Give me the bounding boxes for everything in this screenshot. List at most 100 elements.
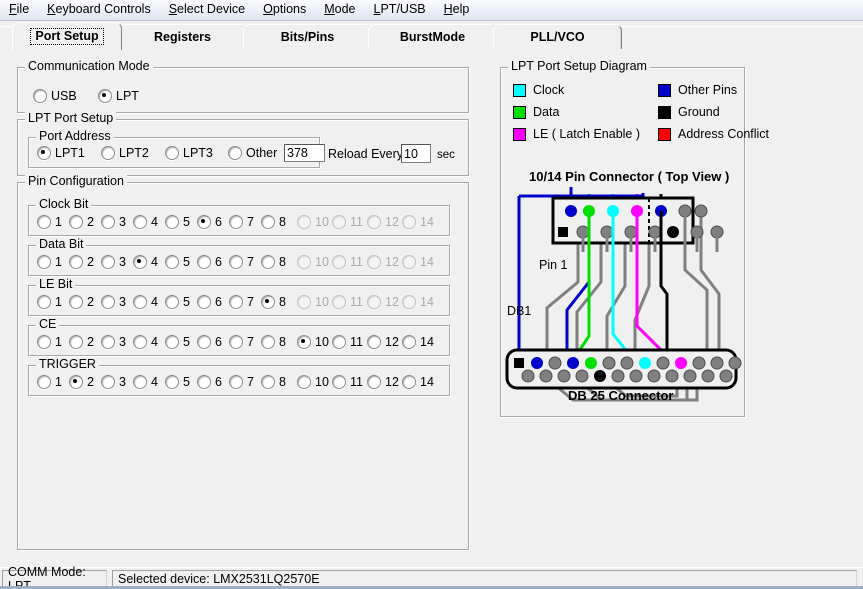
- diagram-legend: Clock Data LE ( Latch Enable ) Other Pin…: [513, 84, 769, 141]
- radio-label: 6: [215, 214, 222, 229]
- tab-pll-vco[interactable]: PLL/VCO: [493, 24, 622, 49]
- radio-label: 1: [55, 334, 62, 349]
- radio-dot: [37, 255, 51, 269]
- radio-clock-bit-pin-3[interactable]: 3: [101, 215, 126, 229]
- tab-port-setup[interactable]: Port Setup: [12, 22, 122, 50]
- radio-le-bit-pin-7[interactable]: 7: [229, 295, 254, 309]
- radio-le-bit-pin-6[interactable]: 6: [197, 295, 222, 309]
- menu-item-help[interactable]: Help: [435, 1, 479, 19]
- tab-label: Registers: [154, 30, 211, 44]
- radio-port-lpt3[interactable]: LPT3: [165, 146, 213, 160]
- radio-dot: [37, 375, 51, 389]
- tab-registers[interactable]: Registers: [118, 24, 247, 49]
- radio-ce-pin-2[interactable]: 2: [69, 335, 94, 349]
- radio-data-bit-pin-7[interactable]: 7: [229, 255, 254, 269]
- radio-ce-pin-10[interactable]: 10: [297, 335, 329, 349]
- radio-data-bit-pin-8[interactable]: 8: [261, 255, 286, 269]
- radio-dot: [37, 335, 51, 349]
- radio-port-other[interactable]: Other: [228, 146, 277, 160]
- legend-swatch-other-pins: [658, 84, 672, 97]
- radio-trigger-pin-12[interactable]: 12: [367, 375, 399, 389]
- radio-ce-pin-8[interactable]: 8: [261, 335, 286, 349]
- radio-label: 3: [119, 374, 126, 389]
- radio-trigger-pin-3[interactable]: 3: [101, 375, 126, 389]
- db25-pin-top-12: [710, 356, 724, 370]
- radio-clock-bit-pin-2[interactable]: 2: [69, 215, 94, 229]
- radio-ce-pin-6[interactable]: 6: [197, 335, 222, 349]
- radio-data-bit-pin-2[interactable]: 2: [69, 255, 94, 269]
- reload-interval-input[interactable]: [401, 144, 431, 163]
- db25-pin-bottom-9: [665, 369, 679, 383]
- radio-dot: [197, 215, 211, 229]
- radio-label: 12: [385, 334, 399, 349]
- radio-trigger-pin-5[interactable]: 5: [165, 375, 190, 389]
- radio-le-bit-pin-5[interactable]: 5: [165, 295, 190, 309]
- radio-data-bit-pin-6[interactable]: 6: [197, 255, 222, 269]
- radio-data-bit-pin-1[interactable]: 1: [37, 255, 62, 269]
- radio-ce-pin-11[interactable]: 11: [332, 335, 363, 349]
- tab-burstmode[interactable]: BurstMode: [368, 24, 497, 49]
- radio-le-bit-pin-4[interactable]: 4: [133, 295, 158, 309]
- radio-comm-mode-lpt[interactable]: LPT: [98, 89, 139, 103]
- radio-clock-bit-pin-4[interactable]: 4: [133, 215, 158, 229]
- legend-label: Data: [533, 105, 560, 119]
- menu-item-lpt-usb[interactable]: LPT/USB: [365, 1, 435, 19]
- radio-clock-bit-pin-8[interactable]: 8: [261, 215, 286, 229]
- radio-port-lpt2[interactable]: LPT2: [101, 146, 149, 160]
- radio-label: 8: [279, 374, 286, 389]
- tab-label: PLL/VCO: [530, 30, 585, 44]
- radio-trigger-pin-2[interactable]: 2: [69, 375, 94, 389]
- menu-item-select-device[interactable]: Select Device: [160, 1, 254, 19]
- radio-trigger-pin-6[interactable]: 6: [197, 375, 222, 389]
- radio-ce-pin-7[interactable]: 7: [229, 335, 254, 349]
- radio-le-bit-pin-8[interactable]: 8: [261, 295, 286, 309]
- db25-pin-top-7: [620, 356, 634, 370]
- menu-item-options[interactable]: Options: [254, 1, 315, 19]
- db25-pin-bottom-1: [521, 369, 535, 383]
- radio-clock-bit-pin-1[interactable]: 1: [37, 215, 62, 229]
- pin-row-title: LE Bit: [36, 278, 76, 291]
- menu-item-mode[interactable]: Mode: [315, 1, 364, 19]
- port-address-other-input[interactable]: [284, 144, 325, 162]
- radio-trigger-pin-11[interactable]: 11: [332, 375, 363, 389]
- tab-bits-pins[interactable]: Bits/Pins: [243, 24, 372, 49]
- tab-label: Port Setup: [30, 28, 104, 45]
- radio-trigger-pin-14[interactable]: 14: [402, 375, 434, 389]
- radio-le-bit-pin-3[interactable]: 3: [101, 295, 126, 309]
- pin-row-data-bit: Data Bit 1 2 3 4 5 6 7 8 10 11 12 14: [28, 238, 450, 276]
- radio-ce-pin-5[interactable]: 5: [165, 335, 190, 349]
- legend-swatch-data: [513, 106, 526, 119]
- radio-ce-pin-4[interactable]: 4: [133, 335, 158, 349]
- port-address-title: Port Address: [36, 130, 114, 143]
- menu-item-keyboard-controls[interactable]: Keyboard Controls: [38, 1, 160, 19]
- radio-label: 5: [183, 334, 190, 349]
- radio-data-bit-pin-5[interactable]: 5: [165, 255, 190, 269]
- legend-item-le: LE ( Latch Enable ): [513, 128, 640, 141]
- radio-trigger-pin-7[interactable]: 7: [229, 375, 254, 389]
- radio-clock-bit-pin-5[interactable]: 5: [165, 215, 190, 229]
- radio-clock-bit-pin-6[interactable]: 6: [197, 215, 222, 229]
- radio-dot: [133, 335, 147, 349]
- radio-label: 7: [247, 334, 254, 349]
- radio-trigger-pin-10[interactable]: 10: [297, 375, 329, 389]
- radio-label: 11: [350, 294, 363, 309]
- db25-pin-bottom-11: [701, 369, 715, 383]
- radio-trigger-pin-8[interactable]: 8: [261, 375, 286, 389]
- radio-port-lpt1[interactable]: LPT1: [37, 146, 85, 160]
- radio-ce-pin-3[interactable]: 3: [101, 335, 126, 349]
- radio-ce-pin-1[interactable]: 1: [37, 335, 62, 349]
- radio-trigger-pin-1[interactable]: 1: [37, 375, 62, 389]
- db25-pin-bottom-5: [594, 370, 606, 382]
- radio-le-bit-pin-1[interactable]: 1: [37, 295, 62, 309]
- radio-dot: [101, 295, 115, 309]
- radio-data-bit-pin-3[interactable]: 3: [101, 255, 126, 269]
- radio-trigger-pin-4[interactable]: 4: [133, 375, 158, 389]
- radio-le-bit-pin-2[interactable]: 2: [69, 295, 94, 309]
- radio-label: 7: [247, 254, 254, 269]
- menu-item-file[interactable]: File: [0, 1, 38, 19]
- radio-comm-mode-usb[interactable]: USB: [33, 89, 77, 103]
- radio-data-bit-pin-4[interactable]: 4: [133, 255, 158, 269]
- radio-ce-pin-12[interactable]: 12: [367, 335, 399, 349]
- radio-clock-bit-pin-7[interactable]: 7: [229, 215, 254, 229]
- radio-ce-pin-14[interactable]: 14: [402, 335, 434, 349]
